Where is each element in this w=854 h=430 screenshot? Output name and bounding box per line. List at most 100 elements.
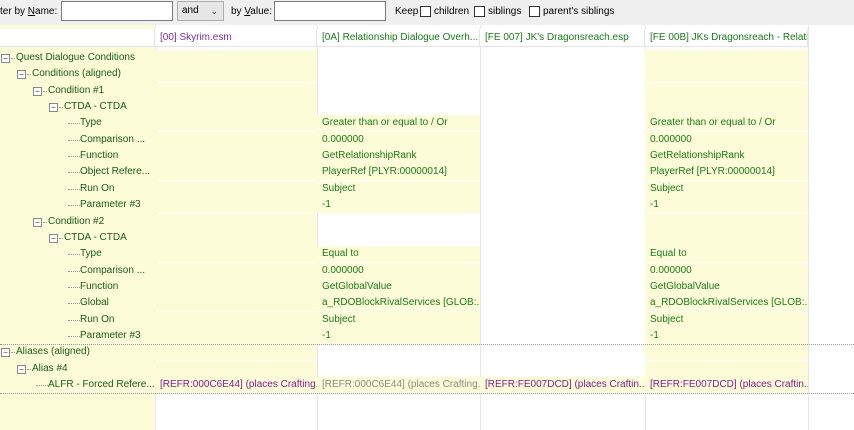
- value-cell[interactable]: 0.000000: [645, 262, 808, 279]
- value-cell[interactable]: [480, 164, 645, 180]
- value-cell[interactable]: [155, 213, 317, 230]
- value-cell[interactable]: [155, 66, 317, 83]
- value-cell[interactable]: [155, 327, 317, 344]
- collapse-toggle-icon[interactable]: −: [17, 364, 26, 374]
- value-cell[interactable]: a_RDOBlockRivalServices [GLOB:...: [317, 295, 480, 312]
- value-cell[interactable]: [645, 82, 808, 99]
- value-cell[interactable]: PlayerRef [PLYR:00000014]: [317, 164, 480, 181]
- value-cell[interactable]: Greater than or equal to / Or: [645, 115, 808, 132]
- collapse-toggle-icon[interactable]: −: [49, 233, 58, 243]
- value-cell[interactable]: -1: [645, 197, 808, 214]
- value-cell[interactable]: [317, 214, 480, 230]
- value-cell[interactable]: [317, 83, 480, 99]
- value-cell[interactable]: Equal to: [645, 246, 808, 263]
- value-cell[interactable]: [REFR:000C6E44] (places Crafting...: [155, 377, 317, 393]
- value-cell[interactable]: [155, 344, 317, 361]
- value-cell[interactable]: 0.000000: [317, 262, 480, 279]
- tree-row[interactable]: − Aliases (aligned): [0, 344, 808, 361]
- value-cell[interactable]: [REFR:000C6E44] (places Crafting...: [317, 377, 480, 393]
- value-cell[interactable]: [155, 131, 317, 148]
- value-cell[interactable]: Subject: [645, 311, 808, 328]
- value-cell[interactable]: [155, 50, 317, 66]
- value-cell[interactable]: [155, 148, 317, 165]
- tree-row[interactable]: − Condition #1: [0, 82, 808, 99]
- tree-row[interactable]: − CTDA - CTDA: [0, 229, 808, 246]
- value-cell[interactable]: [480, 279, 645, 295]
- value-cell[interactable]: [645, 66, 808, 83]
- value-cell[interactable]: [155, 295, 317, 312]
- value-cell[interactable]: a_RDOBlockRivalServices [GLOB:...: [645, 295, 808, 312]
- value-cell[interactable]: GetRelationshipRank: [317, 148, 480, 165]
- collapse-toggle-icon[interactable]: −: [1, 348, 10, 358]
- tree-row[interactable]: Comparison ... 0.000000 0.000000: [0, 131, 808, 148]
- value-cell[interactable]: PlayerRef [PLYR:00000014]: [645, 164, 808, 181]
- tree-row[interactable]: − Condition #2: [0, 213, 808, 230]
- tree-row[interactable]: Type Equal to Equal to: [0, 246, 808, 263]
- collapse-toggle-icon[interactable]: −: [1, 54, 10, 63]
- tree-row[interactable]: Parameter #3 -1 -1: [0, 327, 808, 344]
- value-cell[interactable]: [317, 99, 480, 115]
- value-cell[interactable]: [317, 361, 480, 377]
- value-cell[interactable]: [645, 99, 808, 116]
- tree-row[interactable]: Function GetGlobalValue GetGlobalValue: [0, 278, 808, 295]
- column-header-relationship-dialogue[interactable]: [0A] Relationship Dialogue Overh...: [317, 29, 480, 47]
- value-cell[interactable]: [155, 99, 317, 116]
- value-cell[interactable]: GetGlobalValue: [645, 278, 808, 295]
- value-cell[interactable]: [155, 246, 317, 263]
- value-cell[interactable]: -1: [317, 327, 480, 344]
- record-compare-grid[interactable]: [00] Skyrim.esm [0A] Relationship Dialog…: [0, 25, 854, 430]
- parents-siblings-checkbox[interactable]: [529, 6, 540, 17]
- collapse-toggle-icon[interactable]: −: [17, 70, 26, 80]
- value-cell[interactable]: [317, 66, 480, 82]
- tree-row[interactable]: − CTDA - CTDA: [0, 99, 808, 116]
- value-cell[interactable]: Subject: [317, 311, 480, 328]
- value-cell[interactable]: [155, 229, 317, 246]
- value-cell[interactable]: 0.000000: [317, 131, 480, 148]
- filter-operator-select[interactable]: and ⌄: [177, 1, 224, 21]
- value-cell[interactable]: [317, 230, 480, 246]
- value-cell[interactable]: [480, 263, 645, 279]
- value-cell[interactable]: [155, 278, 317, 295]
- collapse-toggle-icon[interactable]: −: [49, 103, 58, 113]
- tree-row[interactable]: ALFR - Forced Refere... [REFR:000C6E44] (…: [0, 377, 808, 393]
- column-header-jk-dragonsreach[interactable]: [FE 007] JK's Dragonsreach.esp: [480, 29, 645, 47]
- value-cell[interactable]: [480, 230, 645, 246]
- siblings-checkbox[interactable]: [474, 6, 485, 17]
- tree-row[interactable]: Function GetRelationshipRank GetRelationsh…: [0, 148, 808, 165]
- children-checkbox[interactable]: [420, 6, 431, 17]
- tree-row[interactable]: − Conditions (aligned): [0, 66, 808, 83]
- collapse-toggle-icon[interactable]: −: [33, 217, 42, 227]
- value-cell[interactable]: [645, 50, 808, 66]
- value-cell[interactable]: [480, 295, 645, 311]
- tree-row[interactable]: Object Refere... PlayerRef [PLYR:00000014…: [0, 164, 808, 181]
- value-cell[interactable]: [645, 213, 808, 230]
- value-cell[interactable]: [480, 66, 645, 82]
- value-cell[interactable]: Greater than or equal to / Or: [317, 115, 480, 132]
- value-cell[interactable]: -1: [317, 197, 480, 214]
- value-cell[interactable]: [480, 132, 645, 148]
- value-cell[interactable]: Subject: [645, 180, 808, 197]
- value-cell[interactable]: [155, 82, 317, 99]
- collapse-toggle-icon[interactable]: −: [33, 86, 42, 96]
- value-cell[interactable]: [317, 344, 480, 360]
- filter-value-input[interactable]: [274, 1, 386, 21]
- value-cell[interactable]: [155, 115, 317, 132]
- value-cell[interactable]: Equal to: [317, 246, 480, 263]
- value-cell[interactable]: [480, 50, 645, 66]
- value-cell[interactable]: [REFR:FE007DCD] (places Craftin...: [480, 377, 645, 393]
- value-cell[interactable]: -1: [645, 327, 808, 344]
- column-header-name[interactable]: [0, 29, 155, 47]
- value-cell[interactable]: [REFR:FE007DCD] (places Craftin...: [645, 377, 808, 393]
- value-cell[interactable]: [480, 312, 645, 328]
- value-cell[interactable]: [645, 360, 808, 377]
- tree-row[interactable]: − Quest Dialogue Conditions: [0, 50, 808, 66]
- value-cell[interactable]: [480, 115, 645, 131]
- value-cell[interactable]: [480, 99, 645, 115]
- tree-row[interactable]: Parameter #3 -1 -1: [0, 197, 808, 214]
- value-cell[interactable]: [480, 83, 645, 99]
- value-cell[interactable]: [480, 197, 645, 213]
- value-cell[interactable]: Subject: [317, 180, 480, 197]
- value-cell[interactable]: [645, 344, 808, 361]
- value-cell[interactable]: [480, 344, 645, 360]
- tree-row[interactable]: − Alias #4: [0, 360, 808, 377]
